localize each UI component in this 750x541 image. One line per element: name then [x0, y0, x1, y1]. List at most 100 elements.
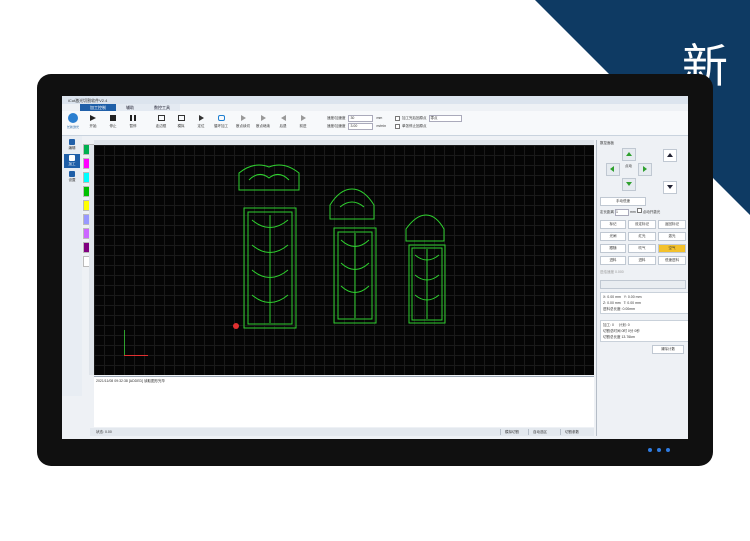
ornament-top-3	[405, 214, 445, 242]
z-up-button[interactable]	[663, 149, 677, 162]
return-mark-button[interactable]: 返回标记	[658, 220, 686, 229]
resume-icon	[240, 115, 246, 121]
tab-control[interactable]: 加工控制	[80, 104, 116, 111]
toolbar: 长新激光 开始 停止 暂停 走边框 模拟 定位 循环加工 断点续切 断点继续 后…	[62, 111, 688, 136]
status-label: 状态: 0.00	[96, 430, 112, 434]
slow-feed-button[interactable]: 低速进料	[658, 256, 686, 265]
monitor-icon	[177, 115, 185, 121]
single-stop-option[interactable]: 单张停止回原点	[395, 124, 427, 129]
air-button[interactable]: 空气	[658, 244, 686, 253]
control-panel: 数控面板 点动 手动低速 定长距离 1 mm 点动开激光 标记 设定标记 返回标…	[596, 140, 688, 436]
logo-icon	[68, 113, 78, 123]
checkbox[interactable]	[395, 116, 400, 121]
chevron-down-icon	[667, 185, 673, 189]
x-axis-indicator	[124, 355, 148, 356]
jog-up-button[interactable]	[622, 148, 636, 161]
speed-label: 速度/加速度	[327, 115, 346, 120]
feed-button[interactable]: 进料	[600, 256, 626, 265]
start-button[interactable]: 开始	[84, 114, 102, 132]
simulate-cut-button[interactable]: 模拟切割	[500, 429, 523, 435]
step-input[interactable]: 1	[614, 208, 629, 216]
app-window: iCut激光切割软件V2.4 加工控制 辅助 数控工具 长新激光 开始 停止 暂…	[62, 96, 688, 439]
feed-speed-field: 进给速度 0.000	[600, 270, 624, 274]
laser-checkbox[interactable]	[636, 208, 642, 213]
sidebar-item-settings[interactable]: 设置	[64, 170, 80, 184]
arrow-down-icon	[626, 182, 632, 186]
pause-icon	[130, 115, 136, 121]
chevron-up-icon	[667, 153, 673, 157]
forward-button[interactable]: 前进	[294, 114, 312, 132]
panel-1-pattern	[251, 215, 289, 323]
gear-icon	[69, 171, 75, 177]
frame-icon	[157, 115, 165, 121]
jog-down-button[interactable]	[622, 178, 636, 191]
speed-input[interactable]: 30	[348, 114, 374, 122]
length-row: 切割总长度 13.76km	[603, 335, 635, 339]
status-leds	[648, 448, 670, 452]
shutter-button[interactable]: 光闸	[600, 232, 626, 241]
auto-select-button[interactable]: 自动选区	[528, 429, 551, 435]
jog-right-button[interactable]	[638, 163, 652, 176]
laser-head-marker	[233, 323, 239, 329]
tools-icon	[69, 155, 75, 161]
y-axis-indicator	[124, 330, 125, 355]
panel-3-pattern	[414, 249, 440, 319]
laser-button[interactable]: 激光	[658, 232, 686, 241]
main-tabs: 加工控制 辅助 数控工具	[80, 104, 180, 111]
origin-select[interactable]: 零点	[428, 115, 462, 122]
resume-button[interactable]: 断点续切	[234, 114, 252, 132]
z-down-button[interactable]	[663, 181, 677, 194]
simulate-button[interactable]: 模拟	[172, 114, 190, 132]
breakpoint-button[interactable]: 断点继续	[254, 114, 272, 132]
locate-button[interactable]: 定位	[192, 114, 210, 132]
cut-params-button[interactable]: 切割参数	[560, 429, 583, 435]
stats-box: 加工: 0 计划: 0 切割总时间 0时 0分 0秒 切割总长度 13.76km	[600, 320, 688, 342]
tab-aux[interactable]: 辅助	[116, 104, 144, 111]
clear-count-button[interactable]: 清除计数	[652, 345, 684, 354]
log-line: 2021/11/08 09:32:38 [ADDED] 读取图形完毕	[96, 379, 165, 383]
loop-button[interactable]: 循环加工	[212, 114, 230, 132]
work-canvas[interactable]	[94, 145, 594, 375]
frame-button[interactable]: 走边框	[152, 114, 170, 132]
coordinates-box: X: 0.00 mm Y: 0.00 mm Z: 0.00 mm T: 0.00…	[600, 292, 688, 314]
stop-button[interactable]: 停止	[104, 114, 122, 132]
logo-text: 长新激光	[66, 125, 79, 129]
arrow-right-icon	[643, 166, 647, 172]
sidebar-item-process[interactable]: 加工	[64, 154, 80, 168]
return-origin-option[interactable]: 加工完后回原点 零点	[395, 115, 462, 122]
locate-icon	[198, 115, 204, 121]
pause-button[interactable]: 暂停	[124, 114, 142, 132]
accel-label: 速度/加速度	[327, 123, 346, 128]
back-button[interactable]: 后退	[274, 114, 292, 132]
arrow-left-icon	[610, 166, 614, 172]
follow-button[interactable]: 跟随	[600, 244, 626, 253]
breakpoint-icon	[260, 115, 266, 121]
pencil-icon	[69, 139, 75, 145]
ornament-top-2	[329, 188, 375, 220]
red-light-button[interactable]: 红光	[628, 232, 656, 241]
jog-pad: 点动	[603, 148, 653, 194]
design-drawing	[238, 164, 446, 329]
tab-cnc[interactable]: 数控工具	[144, 104, 180, 111]
mark-button[interactable]: 标记	[600, 220, 626, 229]
step-distance: 定长距离 1 mm 点动开激光	[600, 208, 661, 216]
feed-length: 进料总长度: 0.00mm	[603, 307, 636, 311]
led	[666, 448, 670, 452]
feed-button-2[interactable]: 进料	[628, 256, 656, 265]
status-bar: 状态: 0.00 模拟切割 自动选区 切割参数	[90, 428, 594, 436]
sidebar-item-edit[interactable]: 编辑	[64, 138, 80, 152]
loop-icon	[217, 115, 225, 121]
stop-icon	[110, 115, 116, 121]
accel-input[interactable]: 3.00	[348, 122, 374, 130]
forward-icon	[300, 115, 306, 121]
panel-title: 数控面板	[600, 141, 614, 145]
checkbox[interactable]	[395, 124, 400, 129]
manual-speed-select[interactable]: 手动低速	[600, 197, 646, 206]
blow-button[interactable]: 吹气	[628, 244, 656, 253]
led	[657, 448, 661, 452]
arrow-up-icon	[626, 152, 632, 156]
accel-unit: m/min	[376, 124, 387, 128]
ornament-curl-2	[339, 201, 365, 208]
disabled-controls	[600, 280, 686, 289]
set-mark-button[interactable]: 设定标记	[628, 220, 656, 229]
